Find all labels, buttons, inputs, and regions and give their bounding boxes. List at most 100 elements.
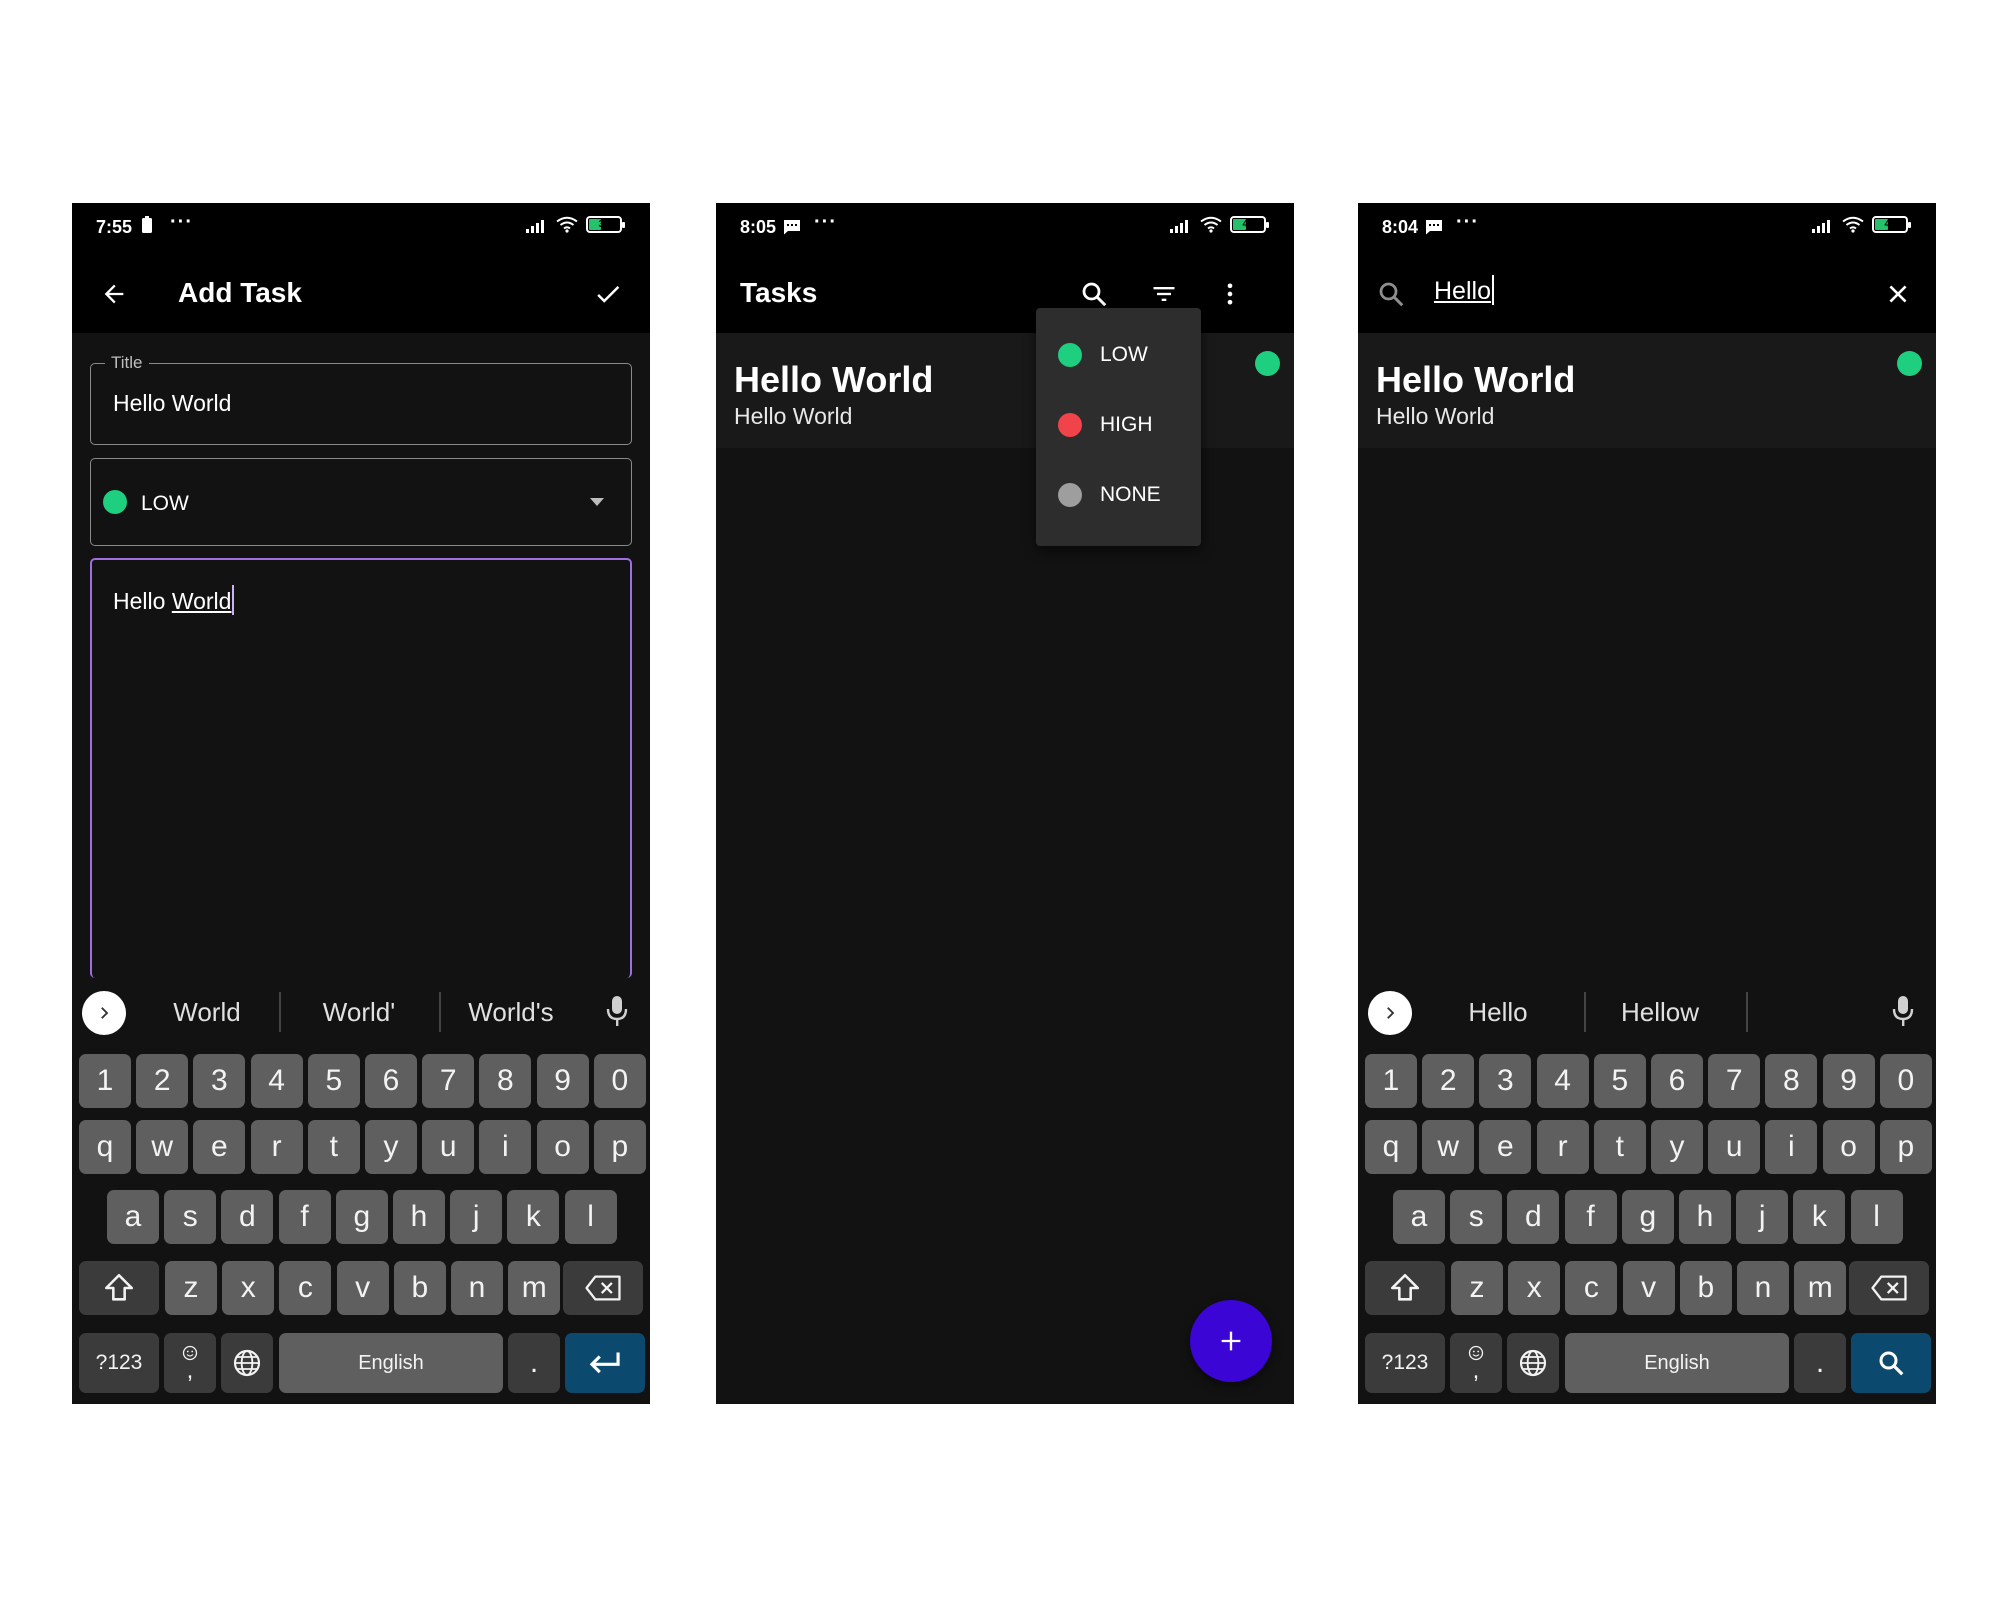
save-button[interactable] <box>586 272 630 316</box>
key-o[interactable]: o <box>536 1120 589 1174</box>
key-7[interactable]: 7 <box>422 1054 475 1108</box>
key-w[interactable]: w <box>136 1120 189 1174</box>
key-a[interactable]: a <box>107 1190 159 1244</box>
key-z[interactable]: z <box>1451 1261 1503 1315</box>
key-l[interactable]: l <box>564 1190 617 1244</box>
comma-key[interactable]: , <box>164 1333 216 1393</box>
mic-icon[interactable] <box>1892 994 1914 1028</box>
suggestion-item[interactable]: Hellow <box>1585 997 1735 1028</box>
key-5[interactable]: 5 <box>307 1054 360 1108</box>
key-x[interactable]: x <box>1508 1261 1561 1315</box>
key-y[interactable]: y <box>365 1120 417 1174</box>
shift-key[interactable] <box>79 1261 159 1315</box>
title-input[interactable]: Hello World <box>113 390 231 417</box>
key-4[interactable]: 4 <box>250 1054 303 1108</box>
key-k[interactable]: k <box>507 1190 560 1244</box>
key-d[interactable]: d <box>1507 1190 1560 1244</box>
key-q[interactable]: q <box>1365 1120 1417 1174</box>
key-3[interactable]: 3 <box>193 1054 246 1108</box>
key-r[interactable]: r <box>250 1120 303 1174</box>
language-key[interactable] <box>1507 1333 1559 1393</box>
key-s[interactable]: s <box>164 1190 217 1244</box>
key-q[interactable]: q <box>79 1120 131 1174</box>
expand-toolbar-button[interactable] <box>1368 991 1412 1035</box>
key-1[interactable]: 1 <box>1365 1054 1417 1108</box>
key-5[interactable]: 5 <box>1593 1054 1646 1108</box>
search-input[interactable]: Hello <box>1434 275 1494 306</box>
key-h[interactable]: h <box>393 1190 445 1244</box>
key-g[interactable]: g <box>335 1190 388 1244</box>
key-r[interactable]: r <box>1536 1120 1589 1174</box>
language-key[interactable] <box>221 1333 273 1393</box>
key-2[interactable]: 2 <box>136 1054 189 1108</box>
title-field[interactable]: Title Hello World <box>90 353 632 445</box>
key-b[interactable]: b <box>1679 1261 1732 1315</box>
mic-icon[interactable] <box>606 994 628 1028</box>
key-s[interactable]: s <box>1450 1190 1503 1244</box>
period-key[interactable]: . <box>1794 1333 1846 1393</box>
key-v[interactable]: v <box>1622 1261 1675 1315</box>
key-f[interactable]: f <box>1564 1190 1617 1244</box>
key-x[interactable]: x <box>222 1261 275 1315</box>
key-m[interactable]: m <box>1794 1261 1847 1315</box>
suggestion-item[interactable]: Hello <box>1423 997 1573 1028</box>
symbols-key[interactable]: ?123 <box>1365 1333 1445 1393</box>
key-p[interactable]: p <box>1879 1120 1932 1174</box>
back-button[interactable] <box>92 272 136 316</box>
key-e[interactable]: e <box>1479 1120 1532 1174</box>
suggestion-item[interactable]: World's <box>436 997 586 1028</box>
shift-key[interactable] <box>1365 1261 1445 1315</box>
clear-search-button[interactable] <box>1876 272 1920 316</box>
key-3[interactable]: 3 <box>1479 1054 1532 1108</box>
search-action-key[interactable] <box>1851 1333 1931 1393</box>
comma-key[interactable]: , <box>1450 1333 1502 1393</box>
key-t[interactable]: t <box>1593 1120 1646 1174</box>
menu-item-none[interactable]: NONE <box>1036 460 1201 530</box>
key-b[interactable]: b <box>393 1261 446 1315</box>
priority-dropdown[interactable]: LOW <box>90 458 632 546</box>
period-key[interactable]: . <box>508 1333 560 1393</box>
key-m[interactable]: m <box>508 1261 561 1315</box>
backspace-key[interactable] <box>563 1261 643 1315</box>
menu-item-high[interactable]: HIGH <box>1036 390 1201 460</box>
task-list-item[interactable]: Hello World Hello World <box>1358 333 1936 448</box>
key-j[interactable]: j <box>1736 1190 1789 1244</box>
key-g[interactable]: g <box>1621 1190 1674 1244</box>
key-0[interactable]: 0 <box>1879 1054 1932 1108</box>
key-6[interactable]: 6 <box>1651 1054 1703 1108</box>
space-key[interactable]: English <box>1565 1333 1789 1393</box>
key-h[interactable]: h <box>1679 1190 1731 1244</box>
description-field[interactable]: Hello World <box>90 558 632 978</box>
key-k[interactable]: k <box>1793 1190 1846 1244</box>
key-2[interactable]: 2 <box>1422 1054 1475 1108</box>
description-input[interactable]: Hello World <box>113 585 235 615</box>
add-task-button[interactable] <box>1190 1300 1272 1382</box>
key-t[interactable]: t <box>307 1120 360 1174</box>
key-i[interactable]: i <box>1765 1120 1818 1174</box>
space-key[interactable]: English <box>279 1333 503 1393</box>
key-8[interactable]: 8 <box>1765 1054 1818 1108</box>
key-9[interactable]: 9 <box>536 1054 589 1108</box>
key-a[interactable]: a <box>1393 1190 1445 1244</box>
key-0[interactable]: 0 <box>593 1054 646 1108</box>
suggestion-item[interactable]: World' <box>284 997 434 1028</box>
more-options-button[interactable] <box>1208 272 1252 316</box>
key-u[interactable]: u <box>1708 1120 1761 1174</box>
key-6[interactable]: 6 <box>365 1054 417 1108</box>
backspace-key[interactable] <box>1849 1261 1929 1315</box>
key-e[interactable]: e <box>193 1120 246 1174</box>
enter-key[interactable] <box>565 1333 645 1393</box>
expand-toolbar-button[interactable] <box>82 991 126 1035</box>
key-7[interactable]: 7 <box>1708 1054 1761 1108</box>
key-9[interactable]: 9 <box>1822 1054 1875 1108</box>
key-f[interactable]: f <box>278 1190 331 1244</box>
key-u[interactable]: u <box>422 1120 475 1174</box>
key-p[interactable]: p <box>593 1120 646 1174</box>
key-i[interactable]: i <box>479 1120 532 1174</box>
key-n[interactable]: n <box>451 1261 503 1315</box>
suggestion-item[interactable]: World <box>132 997 282 1028</box>
key-4[interactable]: 4 <box>1536 1054 1589 1108</box>
key-1[interactable]: 1 <box>79 1054 131 1108</box>
key-w[interactable]: w <box>1422 1120 1475 1174</box>
key-8[interactable]: 8 <box>479 1054 532 1108</box>
